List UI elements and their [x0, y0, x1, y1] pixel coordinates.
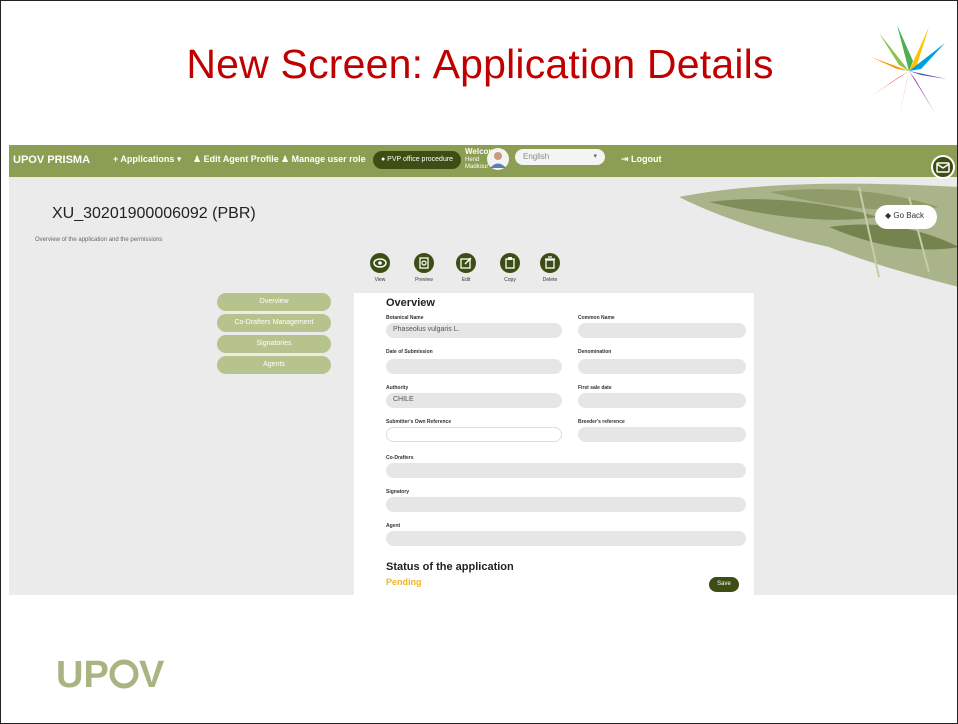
- sidenav-item-agents[interactable]: Agents: [217, 356, 331, 374]
- user-first-name: Hend: [465, 157, 480, 163]
- authority-field[interactable]: CHILE: [386, 393, 562, 408]
- user-avatar-icon: [490, 152, 506, 168]
- nav-applications[interactable]: + Applications ▾: [113, 154, 181, 165]
- edit-button[interactable]: Edit: [451, 253, 481, 283]
- slide-title: New Screen: Application Details: [186, 41, 774, 87]
- mail-button[interactable]: [931, 155, 955, 179]
- top-navbar: UPOV PRISMA + Applications ▾ ♟ Edit Agen…: [9, 145, 957, 179]
- action-bar: View Preview Edit Copy Delete: [365, 253, 565, 293]
- preview-label: Preview: [415, 277, 433, 283]
- application-screenshot: UPOV PRISMA + Applications ▾ ♟ Edit Agen…: [9, 145, 957, 595]
- logout-link[interactable]: ⇥ Logout: [621, 154, 662, 165]
- slide: New Screen: Application Details UPOV PRI…: [0, 0, 958, 724]
- first-sale-date-label: First sale date: [578, 385, 612, 391]
- star-logo-icon: [871, 25, 947, 117]
- go-back-label: Go Back: [893, 211, 925, 220]
- co-drafters-field[interactable]: [386, 463, 746, 478]
- side-navigation: Overview Co-Drafters Management Signator…: [217, 293, 331, 377]
- denomination-field[interactable]: [578, 359, 746, 374]
- nav-manage-user-role[interactable]: ♟ Manage user role: [281, 154, 366, 165]
- common-name-label: Common Name: [578, 315, 615, 321]
- botanical-name-label: Botanical Name: [386, 315, 424, 321]
- overview-title: Overview: [386, 297, 435, 309]
- co-drafters-label: Co-Drafters: [386, 455, 414, 461]
- pvp-office-procedure-button[interactable]: ● PVP office procedure: [373, 151, 461, 169]
- application-subtitle: Overview of the application and the perm…: [35, 237, 163, 243]
- mail-icon: [936, 162, 950, 173]
- submitter-reference-field[interactable]: [386, 427, 562, 442]
- language-value: English: [523, 152, 550, 161]
- preview-button[interactable]: Preview: [409, 253, 439, 283]
- copy-icon: [500, 253, 520, 273]
- avatar[interactable]: [487, 148, 509, 170]
- delete-label: Delete: [542, 277, 558, 283]
- upov-logo: UP V: [56, 654, 165, 693]
- sidenav-item-signatories[interactable]: Signatories: [217, 335, 331, 353]
- agent-field[interactable]: [386, 531, 746, 546]
- botanical-name-field[interactable]: Phaseolus vulgaris L.: [386, 323, 562, 338]
- first-sale-date-field[interactable]: [578, 393, 746, 408]
- edit-icon: [456, 253, 476, 273]
- go-back-button[interactable]: ◆ Go Back: [875, 205, 937, 229]
- edit-label: Edit: [461, 277, 471, 283]
- view-label: View: [374, 277, 386, 283]
- overview-panel: Overview Botanical Name Phaseolus vulgar…: [354, 293, 754, 595]
- status-badge: Pending: [386, 577, 422, 587]
- svg-text:UP: UP: [56, 654, 109, 693]
- eye-icon: [370, 253, 390, 273]
- preview-icon: [414, 253, 434, 273]
- authority-label: Authority: [386, 385, 409, 391]
- leaves-decoration: [679, 183, 957, 287]
- signatory-label: Signatory: [386, 489, 410, 495]
- breeder-reference-label: Breeder's reference: [578, 419, 625, 425]
- status-title: Status of the application: [386, 561, 514, 573]
- user-last-name: Madkour: [465, 164, 489, 170]
- delete-button[interactable]: Delete: [535, 253, 565, 283]
- common-name-field[interactable]: [578, 323, 746, 338]
- language-select[interactable]: English ▾: [515, 149, 605, 165]
- trash-icon: [540, 253, 560, 273]
- copy-label: Copy: [504, 277, 516, 283]
- nav-edit-agent-profile[interactable]: ♟ Edit Agent Profile: [193, 154, 279, 165]
- agent-label: Agent: [386, 523, 401, 529]
- copy-button[interactable]: Copy: [495, 253, 525, 283]
- denomination-label: Denomination: [578, 349, 612, 355]
- date-of-submission-label: Date of Submission: [386, 349, 433, 355]
- breeder-reference-field[interactable]: [578, 427, 746, 442]
- svg-text:V: V: [139, 654, 165, 693]
- date-of-submission-field[interactable]: [386, 359, 562, 374]
- application-title: XU_30201900006092 (PBR): [52, 205, 256, 222]
- chevron-down-icon: ▾: [593, 153, 597, 160]
- submitter-reference-label: Submitter's Own Reference: [386, 419, 452, 425]
- brand-label[interactable]: UPOV PRISMA: [13, 154, 90, 166]
- view-button[interactable]: View: [365, 253, 395, 283]
- save-button[interactable]: Save: [709, 577, 739, 592]
- sidenav-item-co-drafters[interactable]: Co-Drafters Management: [217, 314, 331, 332]
- sidenav-item-overview[interactable]: Overview: [217, 293, 331, 311]
- signatory-field[interactable]: [386, 497, 746, 512]
